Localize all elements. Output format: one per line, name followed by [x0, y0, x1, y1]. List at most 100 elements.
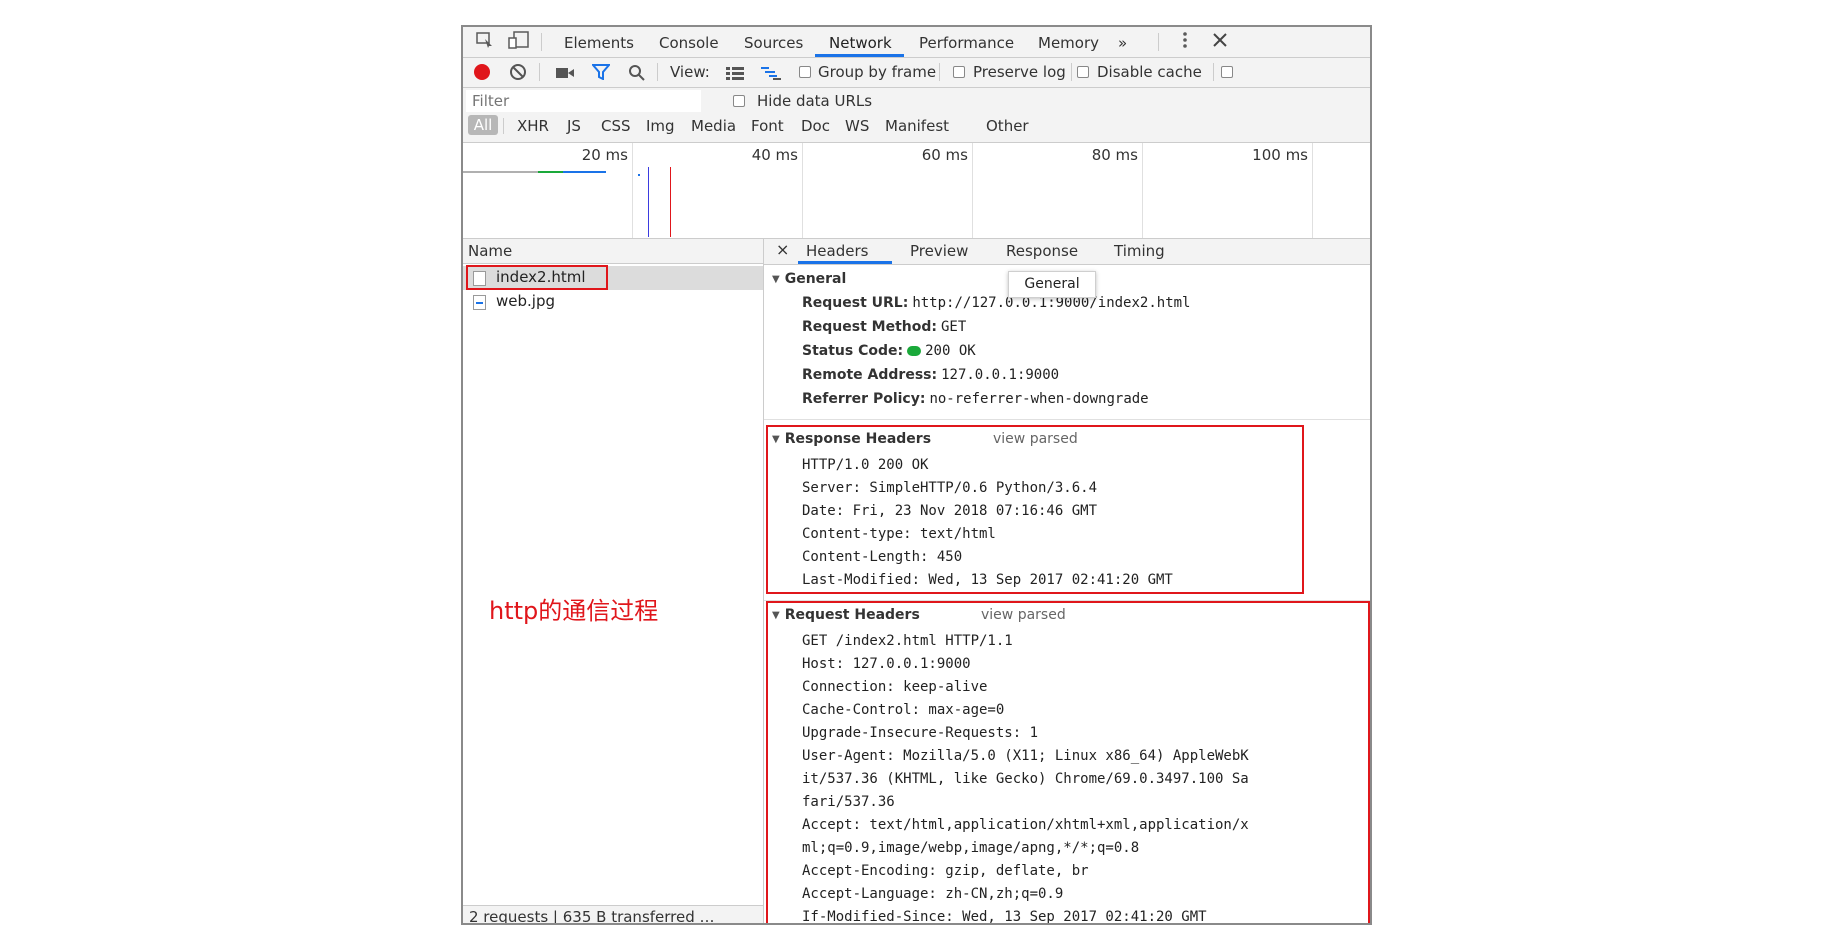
tab-headers[interactable]: Headers	[806, 242, 868, 260]
main-tab-bar: Elements Console Sources Network Perform…	[463, 27, 1370, 58]
devtools-window: Elements Console Sources Network Perform…	[461, 25, 1372, 925]
grid-line	[972, 143, 973, 238]
general-row: Request Method: GET	[802, 319, 967, 335]
view-parsed-link[interactable]: view parsed	[981, 607, 1066, 623]
tooltip: General	[1008, 271, 1096, 298]
divider	[1071, 63, 1072, 81]
header-line: Upgrade-Insecure-Requests: 1	[802, 725, 1039, 741]
more-tabs-button[interactable]: »	[1118, 34, 1127, 52]
request-detail-panel: × Headers Preview Response Timing ▼ Gener…	[764, 239, 1370, 925]
header-line: Cache-Control: max-age=0	[802, 702, 1005, 718]
filter-input[interactable]	[466, 90, 701, 112]
request-row[interactable]: web.jpg	[463, 290, 763, 314]
search-icon[interactable]	[628, 64, 646, 86]
type-filter-all[interactable]: All	[468, 115, 498, 135]
type-filter-font[interactable]: Font	[751, 117, 784, 135]
preserve-log-checkbox[interactable]	[953, 66, 965, 78]
response-headers-toggle[interactable]: ▼ Response Headers	[772, 431, 931, 447]
grid-line	[802, 143, 803, 238]
tab-performance[interactable]: Performance	[919, 34, 1014, 52]
general-row: Referrer Policy: no-referrer-when-downgra…	[802, 391, 1149, 407]
header-line: Last-Modified: Wed, 13 Sep 2017 02:41:20…	[802, 572, 1173, 588]
divider	[657, 63, 658, 81]
type-filter-js[interactable]: JS	[567, 117, 581, 135]
timeline-tick: 100 ms	[1252, 146, 1308, 164]
header-line: Accept-Encoding: gzip, deflate, br	[802, 863, 1089, 879]
tab-network[interactable]: Network	[829, 34, 892, 52]
header-line: Date: Fri, 23 Nov 2018 07:16:46 GMT	[802, 503, 1098, 519]
load-event-line	[670, 167, 671, 237]
filter-icon[interactable]	[590, 64, 612, 84]
status-indicator-icon	[907, 346, 922, 356]
active-detail-tab-indicator	[798, 261, 892, 264]
divider	[1158, 33, 1159, 51]
network-toolbar: View: Group by frame Preserve log Disabl…	[463, 58, 1370, 88]
timeline-tick: 60 ms	[921, 146, 968, 164]
header-line: fari/537.36	[802, 794, 895, 810]
screenshot-icon[interactable]	[555, 65, 575, 84]
waterfall-icon[interactable]	[760, 65, 782, 84]
type-filter-ws[interactable]: WS	[845, 117, 869, 135]
active-tab-indicator	[815, 54, 904, 57]
tab-sources[interactable]: Sources	[744, 34, 803, 52]
request-bar	[638, 174, 640, 176]
tab-timing[interactable]: Timing	[1114, 242, 1165, 260]
type-filter-doc[interactable]: Doc	[801, 117, 830, 135]
group-by-frame-checkbox[interactable]	[799, 66, 811, 78]
clear-icon[interactable]	[509, 63, 527, 85]
header-line: Host: 127.0.0.1:9000	[802, 656, 971, 672]
disable-cache-checkbox[interactable]	[1077, 66, 1089, 78]
divider	[541, 33, 542, 51]
divider	[1213, 63, 1214, 81]
record-icon[interactable]	[474, 64, 490, 80]
kebab-menu-icon[interactable]	[1173, 31, 1197, 53]
general-row: Status Code: 200 OK	[802, 343, 976, 359]
offline-checkbox[interactable]	[1221, 66, 1233, 78]
network-summary: 2 requests | 635 B transferred …	[463, 905, 763, 923]
expand-triangle-icon: ▼	[772, 433, 780, 445]
expand-triangle-icon: ▼	[772, 609, 780, 621]
inspect-element-icon[interactable]	[473, 31, 497, 53]
type-filter-xhr[interactable]: XHR	[517, 117, 549, 135]
large-rows-icon[interactable]	[725, 65, 745, 84]
header-line: Accept-Language: zh-CN,zh;q=0.9	[802, 886, 1064, 902]
disable-cache-label: Disable cache	[1097, 63, 1202, 81]
view-parsed-link[interactable]: view parsed	[993, 431, 1078, 447]
tab-response[interactable]: Response	[1006, 242, 1078, 260]
tab-preview[interactable]: Preview	[910, 242, 968, 260]
device-toolbar-icon[interactable]	[507, 31, 531, 53]
preserve-log-label: Preserve log	[973, 63, 1066, 81]
header-line: HTTP/1.0 200 OK	[802, 457, 929, 473]
request-bar	[463, 171, 538, 173]
type-filter-img[interactable]: Img	[646, 117, 675, 135]
grid-line	[1142, 143, 1143, 238]
type-filter-other[interactable]: Other	[986, 117, 1029, 135]
general-row: Request URL: http://127.0.0.1:9000/index2…	[802, 295, 1191, 311]
request-headers-toggle[interactable]: ▼ Request Headers	[772, 607, 920, 623]
header-line: Accept: text/html,application/xhtml+xml,…	[802, 817, 1249, 833]
tab-console[interactable]: Console	[659, 34, 719, 52]
timeline-tick: 20 ms	[581, 146, 628, 164]
dom-content-loaded-line	[648, 167, 649, 237]
tab-elements[interactable]: Elements	[564, 34, 634, 52]
name-column-header[interactable]: Name	[463, 239, 763, 264]
header-line: If-Modified-Since: Wed, 13 Sep 2017 02:4…	[802, 909, 1207, 925]
type-filter-manifest[interactable]: Manifest	[885, 117, 949, 135]
tab-memory[interactable]: Memory	[1038, 34, 1099, 52]
grid-line	[1312, 143, 1313, 238]
divider	[539, 63, 540, 81]
close-devtools-icon[interactable]	[1208, 31, 1232, 53]
divider	[939, 63, 940, 81]
type-filter-media[interactable]: Media	[691, 117, 736, 135]
hide-data-urls-label: Hide data URLs	[757, 92, 873, 110]
hide-data-urls-checkbox[interactable]	[733, 95, 745, 107]
divider	[503, 118, 504, 134]
network-overview[interactable]: 20 ms 40 ms 60 ms 80 ms 100 ms	[463, 143, 1370, 239]
requests-panel: Name index2.html web.jpg 2 requests | 63…	[463, 239, 764, 923]
general-section-toggle[interactable]: ▼ General	[772, 271, 846, 287]
header-line: GET /index2.html HTTP/1.1	[802, 633, 1013, 649]
image-file-icon	[473, 295, 486, 310]
close-detail-icon[interactable]: ×	[776, 240, 789, 259]
annotation-caption: http的通信过程	[489, 597, 659, 625]
type-filter-css[interactable]: CSS	[601, 117, 631, 135]
